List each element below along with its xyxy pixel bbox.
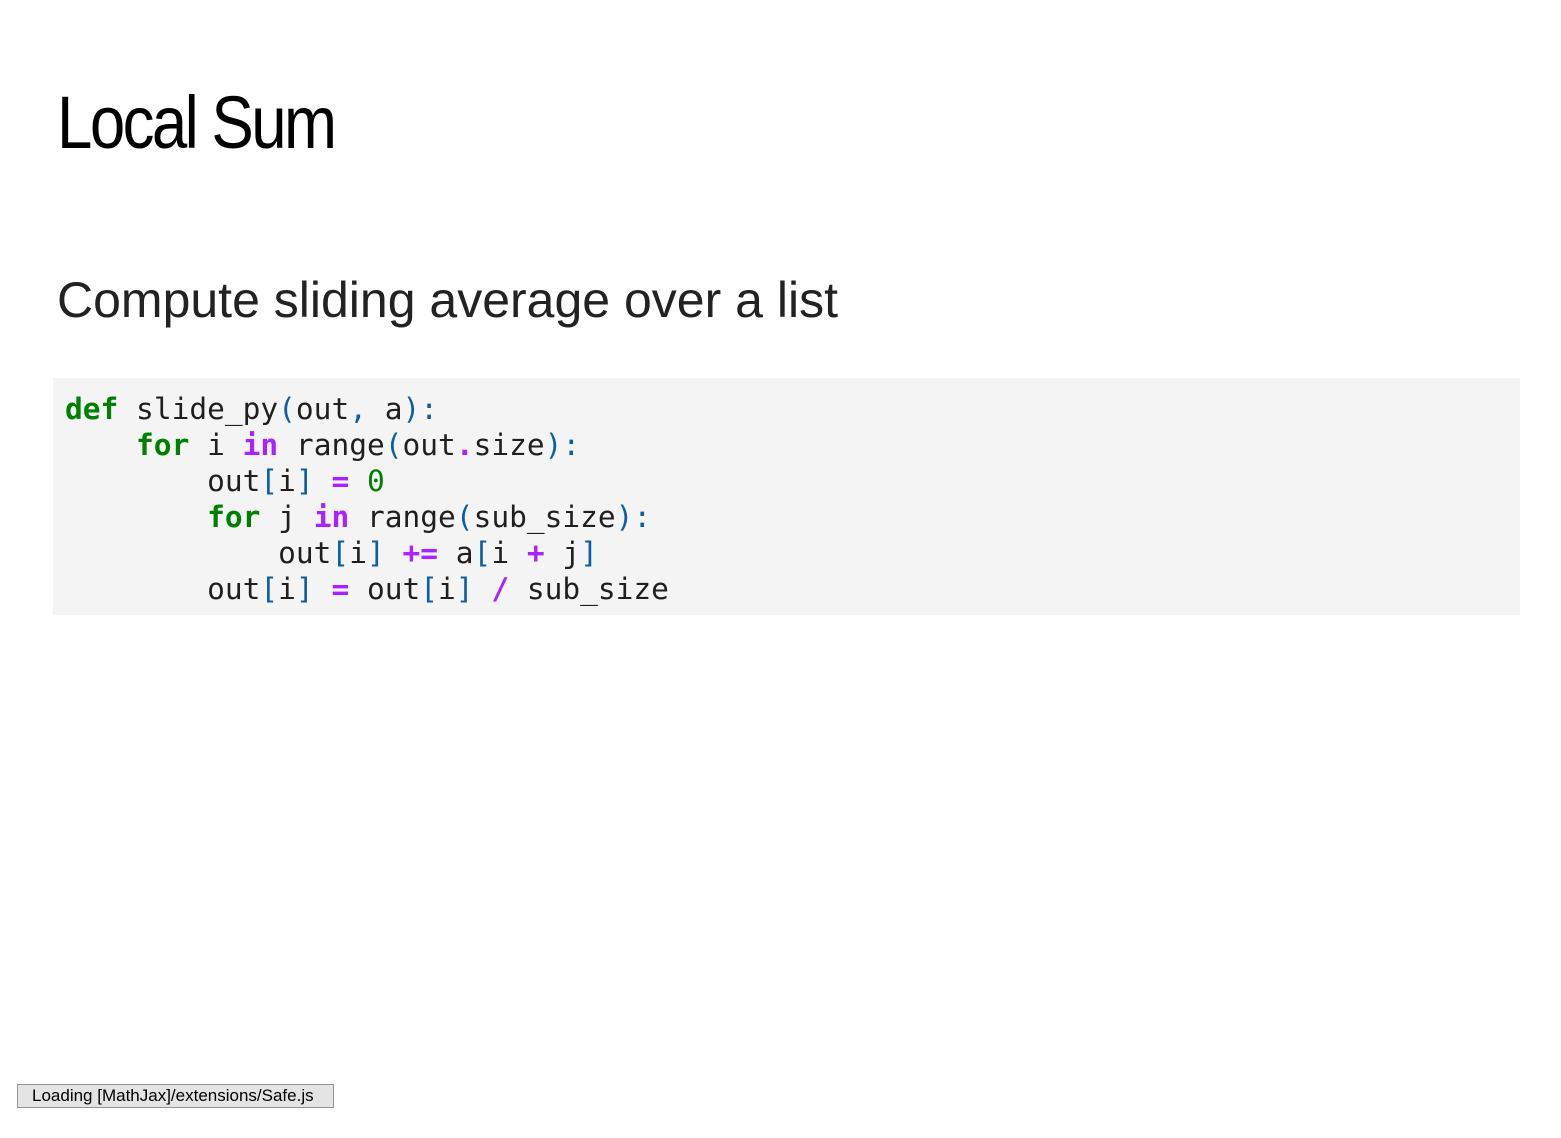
code-text: sub_size [509, 572, 669, 606]
code-punctuation: , [349, 392, 367, 426]
code-punctuation: [ [473, 536, 492, 570]
code-text: range [349, 500, 456, 534]
code-operator: + [526, 536, 545, 570]
code-text: a [366, 392, 403, 426]
mathjax-loading-status: Loading [MathJax]/extensions/Safe.js [17, 1084, 334, 1108]
slide-title: Local Sum [57, 81, 337, 164]
code-operator: in [313, 500, 350, 534]
code-line: def slide_py(out, a): [65, 391, 1520, 427]
code-line: for j in range(sub_size): [65, 499, 1520, 535]
code-operator: in [242, 428, 279, 462]
code-keyword: def [65, 392, 119, 426]
code-punctuation: [ [331, 536, 350, 570]
code-punctuation: ( [455, 500, 474, 534]
code-punctuation: ): [615, 500, 652, 534]
code-line: for i in range(out.size): [65, 427, 1520, 463]
code-block: def slide_py(out, a): for i in range(out… [53, 378, 1520, 615]
slide-subtitle: Compute sliding average over a list [57, 272, 838, 328]
code-punctuation: ( [278, 392, 296, 426]
code-punctuation: ] [455, 572, 474, 606]
code-number: 0 [366, 464, 385, 498]
code-text: out [65, 536, 332, 570]
code-punctuation: ): [402, 392, 439, 426]
code-punctuation: ): [544, 428, 581, 462]
code-punctuation: ] [295, 464, 314, 498]
code-text: sub_size [473, 500, 616, 534]
code-line: out[i] = 0 [65, 463, 1520, 499]
code-text: out [402, 428, 456, 462]
code-text: i [438, 572, 456, 606]
code-text: out [295, 392, 350, 426]
code-punctuation: [ [260, 464, 279, 498]
code-punctuation: ] [366, 536, 385, 570]
code-text: a [438, 536, 474, 570]
code-operator: / [491, 572, 510, 606]
code-operator: . [455, 428, 474, 462]
code-punctuation: ( [384, 428, 403, 462]
code-text: i [278, 572, 296, 606]
code-punctuation: [ [420, 572, 439, 606]
code-operator: = [331, 572, 350, 606]
code-keyword: for [136, 428, 190, 462]
code-line: out[i] = out[i] / sub_size [65, 571, 1520, 607]
code-text: out [65, 572, 261, 606]
code-operator: = [331, 464, 350, 498]
code-punctuation: ] [295, 572, 314, 606]
code-text: i [278, 464, 296, 498]
code-line: out[i] += a[i + j] [65, 535, 1520, 571]
code-punctuation: ] [580, 536, 598, 570]
code-text: i [189, 428, 243, 462]
code-keyword: for [207, 500, 261, 534]
code-text: out [349, 572, 421, 606]
code-text: j [260, 500, 314, 534]
code-operator: += [402, 536, 439, 570]
code-punctuation: [ [260, 572, 279, 606]
code-text: i [349, 536, 367, 570]
code-text: range [278, 428, 385, 462]
code-text: j [544, 536, 581, 570]
code-text: i [491, 536, 527, 570]
code-text: slide_py [118, 392, 279, 426]
code-text: size [473, 428, 545, 462]
code-text: out [65, 464, 261, 498]
